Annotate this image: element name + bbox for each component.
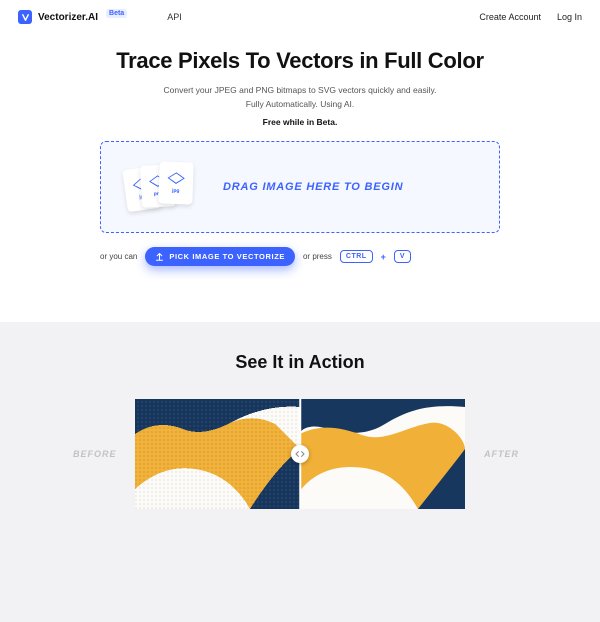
nav-create-account[interactable]: Create Account — [479, 12, 541, 22]
dropzone-alt-row: or you can PICK IMAGE TO VECTORIZE or pr… — [100, 247, 500, 266]
brand-name: Vectorizer.AI — [38, 12, 98, 23]
compare-handle[interactable] — [291, 445, 309, 463]
dropzone-thumbs: jpg png jpg — [125, 160, 197, 214]
hero-title: Trace Pixels To Vectors in Full Color — [30, 48, 570, 74]
kbd-v: V — [394, 250, 411, 263]
section2-heading: See It in Action — [0, 352, 600, 373]
header: Vectorizer.AI Beta API Create Account Lo… — [0, 0, 600, 30]
dropzone-label: DRAG IMAGE HERE TO BEGIN — [223, 181, 403, 193]
nav-login[interactable]: Log In — [557, 12, 582, 22]
see-in-action-section: See It in Action BEFORE AFTER — [0, 322, 600, 622]
before-image — [135, 399, 300, 509]
drag-handle-icon — [295, 450, 305, 458]
brand-mark-icon — [18, 10, 32, 24]
image-dropzone[interactable]: jpg png jpg DRAG IMAGE HERE TO BEGIN — [100, 141, 500, 233]
alt-prefix: or you can — [100, 252, 137, 261]
after-label: AFTER — [484, 449, 519, 459]
before-after-compare[interactable]: BEFORE AFTER — [135, 399, 465, 509]
upload-icon — [155, 252, 164, 261]
nav-api[interactable]: API — [167, 12, 182, 22]
hero-beta-free: Free while in Beta. — [30, 117, 570, 127]
kbd-ctrl: CTRL — [340, 250, 373, 263]
hero: Trace Pixels To Vectors in Full Color Co… — [0, 30, 600, 282]
after-image — [300, 399, 465, 509]
kbd-plus: + — [381, 252, 386, 262]
alt-mid: or press — [303, 252, 332, 261]
beta-badge: Beta — [106, 9, 127, 18]
file-thumb-icon: jpg — [158, 162, 193, 205]
pick-image-button[interactable]: PICK IMAGE TO VECTORIZE — [145, 247, 295, 266]
brand-logo[interactable]: Vectorizer.AI Beta — [18, 10, 127, 24]
hero-subtitle: Convert your JPEG and PNG bitmaps to SVG… — [30, 84, 570, 111]
before-label: BEFORE — [73, 449, 117, 459]
